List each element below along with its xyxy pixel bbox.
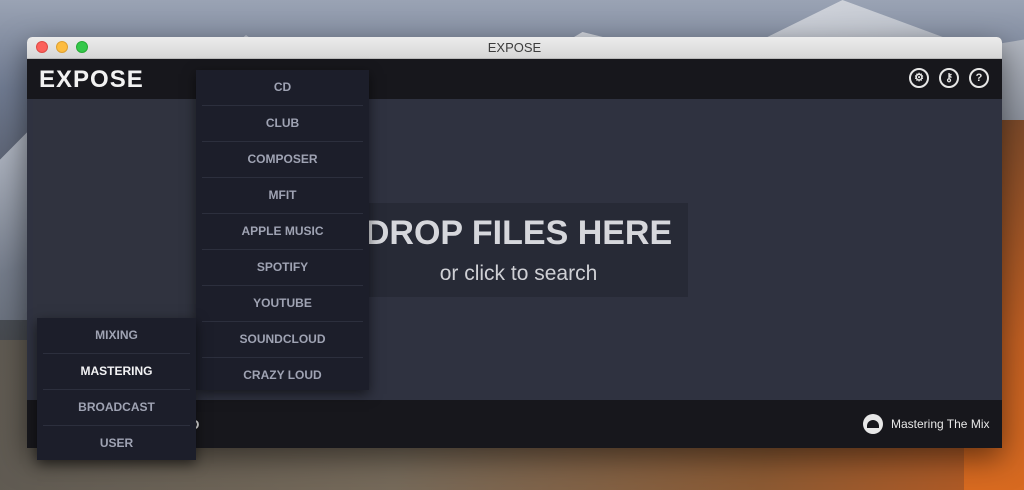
menu-item-spotify[interactable]: SPOTIFY [202, 250, 363, 286]
menu-item-apple-music[interactable]: APPLE MUSIC [202, 214, 363, 250]
menu-item-mixing[interactable]: MIXING [43, 318, 190, 354]
menu-item-mastering[interactable]: MASTERING [43, 354, 190, 390]
brand-logo-icon [863, 414, 883, 434]
target-dropdown-menu: CD CLUB COMPOSER MFIT APPLE MUSIC SPOTIF… [196, 70, 369, 390]
menu-item-cd[interactable]: CD [202, 70, 363, 106]
menu-item-composer[interactable]: COMPOSER [202, 142, 363, 178]
brand-name: Mastering The Mix [891, 417, 990, 431]
menu-item-club[interactable]: CLUB [202, 106, 363, 142]
drop-zone[interactable]: DROP FILES HERE or click to search [349, 203, 688, 297]
menu-item-soundcloud[interactable]: SOUNDCLOUD [202, 322, 363, 358]
app-logo: EXPOSE [39, 66, 144, 93]
menu-item-broadcast[interactable]: BROADCAST [43, 390, 190, 426]
help-icon[interactable]: ? [969, 68, 989, 88]
mode-dropdown-menu: MIXING MASTERING BROADCAST USER [37, 318, 196, 460]
menu-item-crazy-loud[interactable]: CRAZY LOUD [202, 358, 363, 393]
drop-zone-subtitle: or click to search [439, 262, 598, 285]
app-header: EXPOSE ⚙ ⚷ ? [27, 59, 1002, 99]
menu-item-user[interactable]: USER [43, 426, 190, 461]
key-icon[interactable]: ⚷ [939, 68, 959, 88]
menu-item-mfit[interactable]: MFIT [202, 178, 363, 214]
window-title: EXPOSE [487, 40, 542, 55]
drop-zone-title: DROP FILES HERE [364, 214, 673, 252]
menu-item-youtube[interactable]: YOUTUBE [202, 286, 363, 322]
window-titlebar[interactable]: EXPOSE [27, 37, 1002, 59]
gear-icon[interactable]: ⚙ [909, 68, 929, 88]
